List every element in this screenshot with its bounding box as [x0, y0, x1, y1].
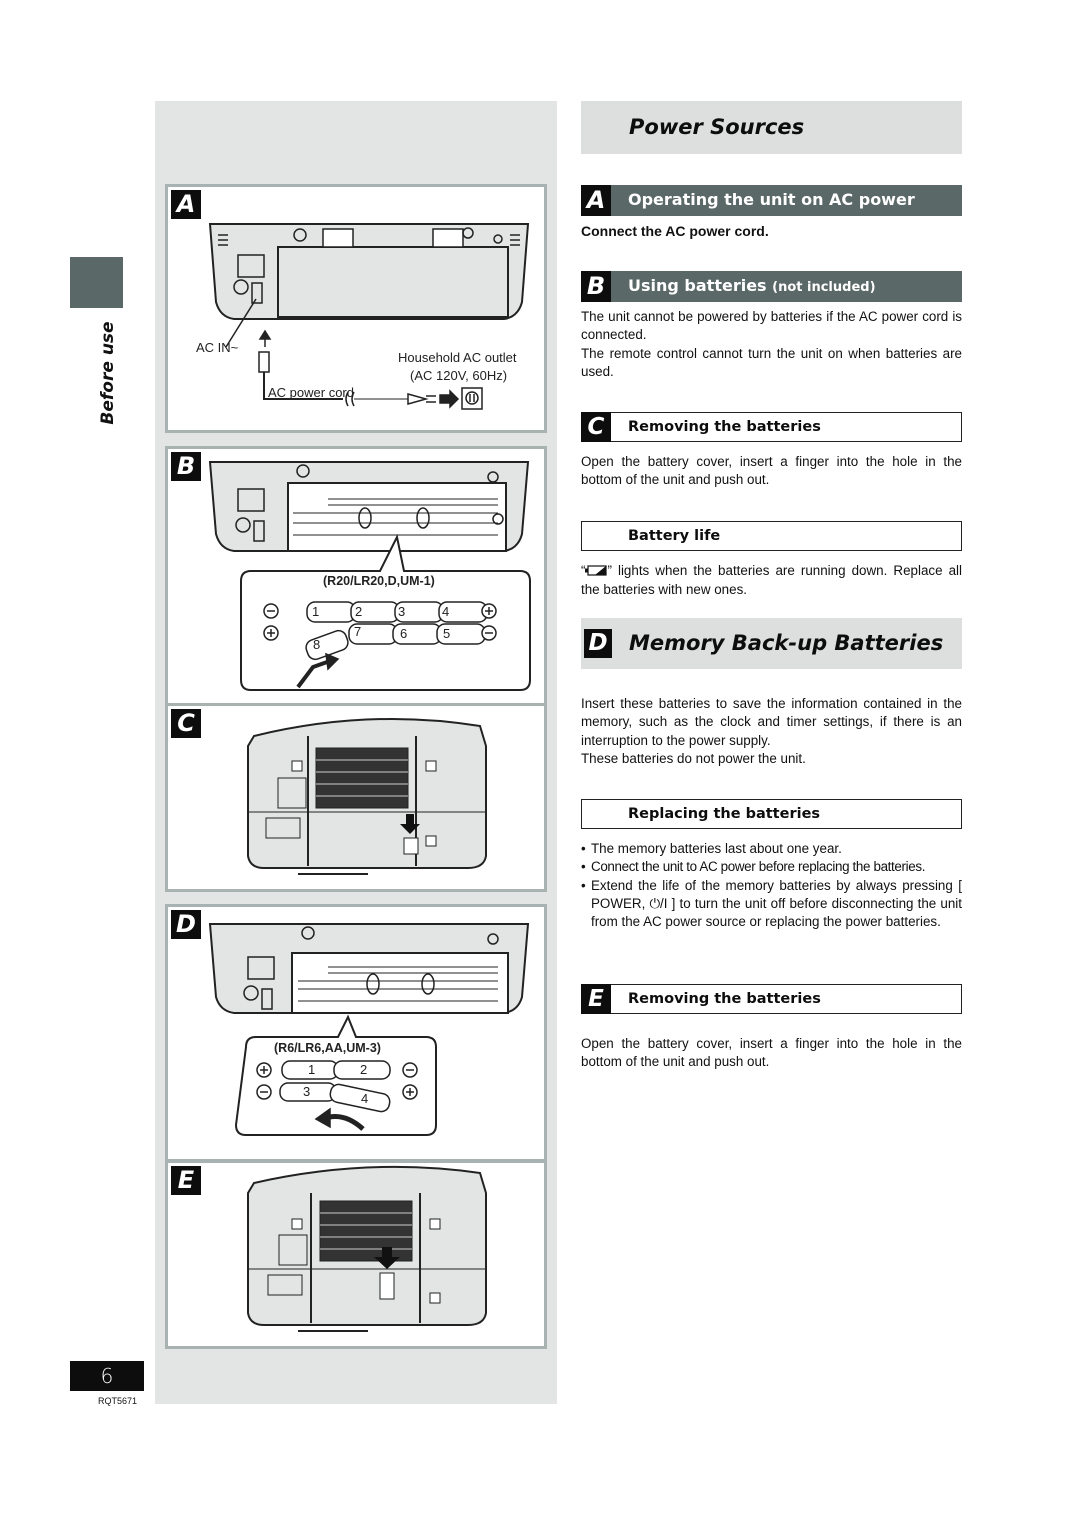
removing-memory-batteries-text: Open the battery cover, insert a finger … [581, 1036, 962, 1070]
section-heading-e: Removing the batteries [628, 991, 821, 1007]
section-tab-marker [70, 257, 123, 308]
battery-life-text: “” lights when the batteries are running… [581, 562, 962, 600]
d-battery-type-label: (R20/LR20,D,UM-1) [323, 574, 435, 588]
battery-life-header: Battery life [581, 521, 962, 551]
low-battery-icon [585, 563, 608, 581]
section-letter-d: D [584, 629, 612, 658]
section-label: Before use [88, 318, 128, 428]
replacing-bullets: The memory batteries last about one year… [581, 840, 962, 931]
section-header-a: A Operating the unit on AC power [581, 185, 962, 216]
unit-rear-ac-illustration [208, 223, 530, 410]
section-heading-b-text: Using batteries [628, 276, 767, 295]
replacing-bullet: The memory batteries last about one year… [581, 840, 962, 859]
section-heading-c: Removing the batteries [628, 419, 821, 435]
section-letter-b: B [581, 271, 611, 302]
memory-backup-info: Insert these batteries to save the infor… [581, 695, 962, 768]
batteries-paragraph: The remote control cannot turn the unit … [581, 345, 962, 379]
power-cord-label: AC power cord [268, 385, 354, 400]
section-letter-a: A [581, 185, 611, 216]
battery-number-6: 6 [400, 626, 408, 641]
replacing-bullet: Extend the life of the memory batteries … [581, 877, 962, 932]
section-heading-b-note: (not included) [772, 280, 876, 295]
outlet-label: Household AC outlet [398, 350, 517, 365]
figure-panel-a: A AC IN~ Household AC outlet (AC 120V, 6… [165, 184, 547, 433]
replacing-header: Replacing the batteries [581, 799, 962, 829]
aa-battery-type-label: (R6/LR6,AA,UM-3) [274, 1041, 381, 1055]
section-label-text: Before use [98, 321, 118, 425]
page-title-band: Power Sources [581, 101, 962, 154]
battery-number-5: 5 [443, 626, 451, 641]
figure-panel-b: B (R20/LR20,D,UM-1) 1 2 3 4 7 6 5 8 [165, 446, 547, 706]
figure-panel-e: E [165, 1160, 547, 1349]
removing-batteries-text: Open the battery cover, insert a finger … [581, 454, 962, 488]
battery-life-heading: Battery life [628, 528, 721, 544]
aa-battery-number-4: 4 [361, 1091, 369, 1106]
page-number: 6 [70, 1361, 144, 1391]
memory-backup-paragraph: These batteries do not power the unit. [581, 750, 806, 766]
aa-battery-number-1: 1 [308, 1062, 316, 1077]
unit-bottom-power-cover-illustration [247, 1165, 487, 1332]
section-header-e: E Removing the batteries [581, 984, 962, 1014]
section-letter-e: E [581, 984, 611, 1014]
section-heading-a: Operating the unit on AC power [628, 190, 915, 209]
replacing-bullet: Connect the unit to AC power before repl… [581, 858, 962, 877]
aa-battery-number-2: 2 [360, 1062, 368, 1077]
battery-number-8: 8 [313, 637, 321, 652]
unit-memory-battery-aa-illustration [208, 923, 530, 1136]
battery-number-2: 2 [355, 604, 363, 619]
outlet-spec: (AC 120V, 60Hz) [410, 368, 508, 383]
page-title: Power Sources [629, 115, 805, 139]
ac-instruction: Connect the AC power cord. [581, 223, 769, 239]
battery-number-4: 4 [442, 604, 450, 619]
battery-number-1: 1 [312, 604, 320, 619]
aa-battery-number-3: 3 [303, 1084, 311, 1099]
battery-number-7: 7 [354, 624, 362, 639]
figure-panel-d: D (R6/LR6,AA,UM-3) 1 2 3 4 [165, 904, 547, 1162]
battery-number-3: 3 [398, 604, 406, 619]
section-letter-c: C [581, 412, 611, 442]
batteries-paragraph: The unit cannot be powered by batteries … [581, 309, 962, 343]
section-header-c: C Removing the batteries [581, 412, 962, 442]
section-header-d: D Memory Back-up Batteries [581, 618, 962, 669]
ac-in-label: AC IN~ [196, 340, 239, 355]
document-code: RQT5671 [98, 1396, 138, 1406]
figure-panel-c: C [165, 703, 547, 892]
memory-backup-paragraph: Insert these batteries to save the infor… [581, 696, 962, 748]
battery-life-description: ” lights when the batteries are running … [581, 563, 962, 598]
replacing-heading: Replacing the batteries [628, 806, 821, 822]
section-heading-d: Memory Back-up Batteries [629, 631, 944, 655]
section-heading-b: Using batteries (not included) [628, 276, 876, 295]
batteries-info: The unit cannot be powered by batteries … [581, 308, 962, 381]
section-header-b: B Using batteries (not included) [581, 271, 962, 302]
unit-bottom-memory-cover-illustration [247, 717, 487, 875]
